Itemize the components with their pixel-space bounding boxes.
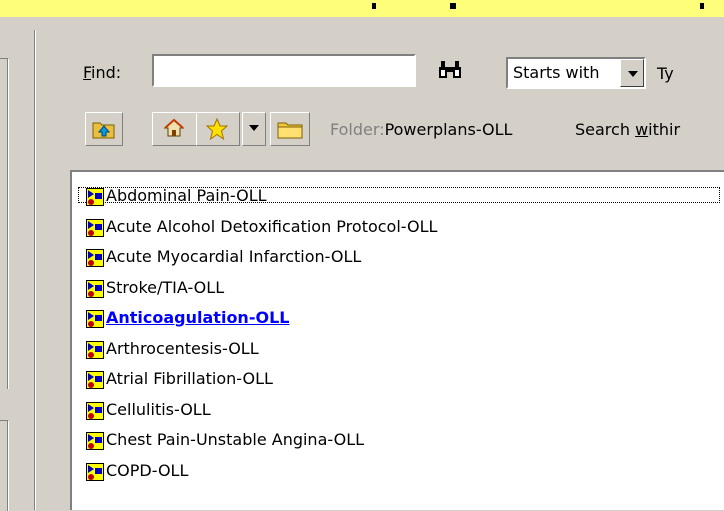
find-label: Find:: [83, 63, 122, 82]
folder-path: Folder:Powerplans-OLL: [330, 120, 512, 139]
favorites-button[interactable]: [196, 112, 240, 146]
star-icon: [206, 118, 228, 140]
splitter[interactable]: [34, 30, 36, 510]
browse-folder-button[interactable]: [270, 112, 310, 146]
powerplan-icon: [86, 188, 104, 206]
powerplan-icon: [86, 340, 104, 359]
left-panel: [0, 58, 9, 389]
find-input[interactable]: [152, 54, 416, 87]
type-label: Ty: [657, 64, 674, 83]
up-folder-button[interactable]: [85, 112, 123, 146]
match-mode-dropdown-button[interactable]: [620, 59, 644, 87]
title-bar: [0, 0, 724, 17]
list-item-label: Atrial Fibrillation-OLL: [106, 369, 273, 388]
powerplan-icon: [86, 462, 104, 481]
list-item-label: Anticoagulation-OLL: [106, 308, 290, 327]
list-item-label: Cellulitis-OLL: [106, 399, 211, 419]
search-within-label[interactable]: Search withir: [575, 120, 680, 139]
powerplan-icon: [86, 279, 104, 298]
title-fragment: [372, 3, 376, 9]
powerplan-icon: [86, 401, 104, 420]
home-button[interactable]: [152, 112, 198, 146]
list-item-label: Arthrocentesis-OLL: [106, 338, 259, 358]
list-item-label: Stroke/TIA-OLL: [106, 277, 225, 297]
list-item-label: Chest Pain-Unstable Angina-OLL: [106, 430, 365, 449]
favorites-dropdown-button[interactable]: [242, 112, 266, 146]
powerplan-icon: [86, 310, 104, 328]
list-item-label: Abdominal Pain-OLL: [106, 186, 267, 205]
chevron-down-icon: [628, 71, 638, 77]
list-item-label: COPD-OLL: [106, 460, 189, 480]
title-fragment: [700, 3, 704, 9]
chevron-down-icon: [249, 125, 259, 131]
powerplan-list[interactable]: Abdominal Pain-OLL Acute Alcohol Detoxif…: [70, 170, 724, 510]
powerplan-icon: [86, 218, 104, 237]
folder-value: Powerplans-OLL: [384, 120, 513, 139]
powerplan-icon: [86, 432, 104, 450]
list-item-label: Acute Myocardial Infarction-OLL: [106, 247, 362, 266]
match-mode-select[interactable]: Starts with: [506, 57, 646, 89]
left-panel-lower: [0, 420, 9, 511]
title-fragment: [450, 3, 456, 9]
list-item-label: Acute Alcohol Detoxification Protocol-OL…: [106, 216, 438, 236]
up-folder-icon: [92, 122, 115, 139]
match-mode-value: Starts with: [513, 63, 600, 82]
binoculars-icon[interactable]: [437, 58, 463, 80]
powerplan-icon: [86, 371, 104, 389]
powerplan-icon: [86, 249, 104, 267]
folder-label: Folder:: [330, 120, 385, 139]
folder-icon: [277, 122, 303, 139]
home-icon: [163, 118, 185, 137]
